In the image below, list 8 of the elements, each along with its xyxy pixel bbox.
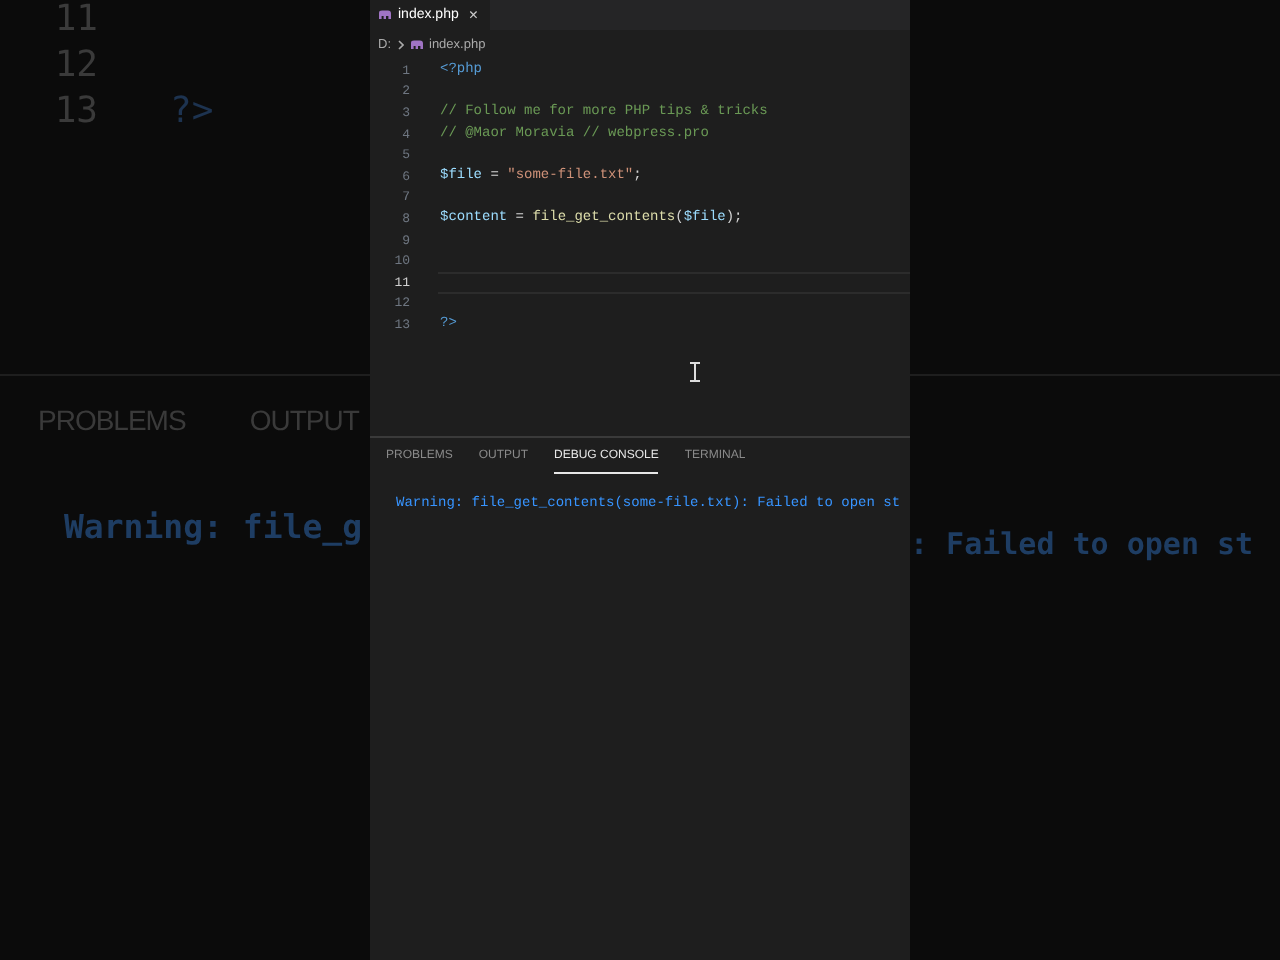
elephant-icon [409, 39, 423, 49]
code-text: ?> [170, 90, 214, 132]
elephant-icon [378, 10, 392, 20]
console-text: Warning: file_g [64, 508, 363, 546]
console-text: : Failed to open st [910, 526, 1254, 562]
text-cursor-icon [690, 362, 700, 382]
close-button[interactable]: × [468, 6, 479, 24]
chevron-icon [397, 39, 403, 49]
